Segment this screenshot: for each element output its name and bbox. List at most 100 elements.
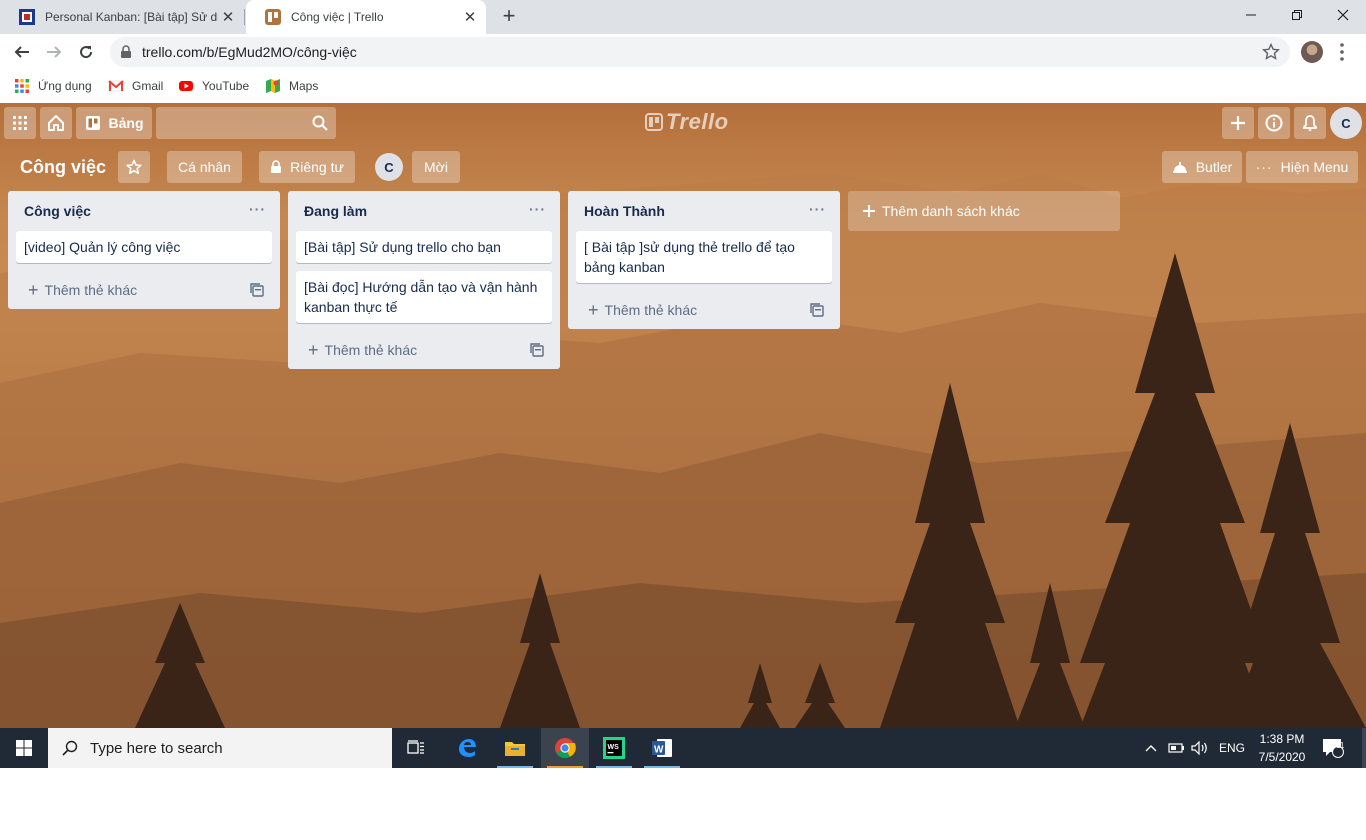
bookmark-youtube[interactable]: YouTube (178, 77, 249, 95)
tab-title: Công việc | Trello (291, 10, 384, 24)
profile-avatar[interactable] (1301, 41, 1323, 63)
show-hidden-icons-button[interactable] (1144, 728, 1158, 768)
close-icon (1337, 9, 1349, 21)
close-tab-icon[interactable]: ✕ (218, 7, 238, 27)
trello-favicon-icon (265, 9, 281, 25)
bookmark-label: Ứng dụng (38, 79, 92, 93)
list-header[interactable]: Đang làm ··· (288, 191, 560, 231)
list-menu-icon[interactable]: ··· (529, 201, 546, 217)
tab-title: Personal Kanban: [Bài tập] Sử dụng (45, 10, 218, 24)
back-button[interactable] (10, 40, 34, 64)
add-card-button[interactable]: + Thêm thẻ khác (288, 331, 560, 369)
butler-button[interactable]: Butler (1162, 151, 1242, 183)
boards-label: Bảng (108, 115, 144, 131)
svg-text:W: W (654, 745, 664, 756)
search-icon (62, 740, 78, 756)
board-title[interactable]: Công việc (20, 157, 106, 178)
board-search-input[interactable] (156, 107, 336, 139)
minimize-window-button[interactable] (1228, 0, 1274, 30)
close-window-button[interactable] (1320, 0, 1366, 30)
add-card-button[interactable]: + Thêm thẻ khác (8, 271, 280, 309)
bookmark-gmail[interactable]: Gmail (108, 77, 163, 95)
file-explorer-button[interactable] (491, 728, 539, 768)
star-board-button[interactable] (118, 151, 150, 183)
board-member-avatar[interactable]: C (375, 153, 403, 181)
webstorm-taskbar-button[interactable]: WS (590, 728, 638, 768)
bell-icon (1303, 115, 1317, 131)
close-tab-icon[interactable]: ✕ (460, 7, 480, 27)
clock[interactable]: 1:38 PM 7/5/2020 (1256, 728, 1308, 768)
butler-icon (1172, 162, 1187, 173)
edge-taskbar-button[interactable] (443, 728, 491, 768)
trello-logo[interactable]: Trello (645, 109, 729, 135)
card[interactable]: [Bài tập] Sử dụng trello cho bạn (296, 231, 552, 263)
start-button[interactable] (0, 728, 48, 768)
bookmark-maps[interactable]: Maps (265, 77, 318, 95)
card[interactable]: [video] Quản lý công việc (16, 231, 272, 263)
bookmark-label: YouTube (202, 79, 250, 93)
list-menu-icon[interactable]: ··· (809, 201, 826, 217)
list-title[interactable]: Công việc (24, 203, 91, 219)
team-button[interactable]: Cá nhân (167, 151, 242, 183)
card[interactable]: [ Bài tập ]sử dụng thẻ trello để tạo bản… (576, 231, 832, 283)
card[interactable]: [Bài đọc] Hướng dẫn tạo và vận hành kanb… (296, 271, 552, 323)
maps-icon (266, 79, 280, 93)
trello-logo-text: Trello (666, 109, 729, 134)
youtube-icon (179, 81, 193, 91)
list-title[interactable]: Đang làm (304, 203, 367, 219)
plus-icon: + (308, 339, 319, 360)
card-template-icon[interactable] (250, 283, 264, 297)
restore-icon (1292, 10, 1302, 20)
tab-separator (244, 9, 245, 25)
action-center-button[interactable]: 11 (1322, 728, 1344, 768)
list-header[interactable]: Hoàn Thành ··· (568, 191, 840, 231)
bookmark-apps[interactable]: Ứng dụng (14, 77, 92, 95)
arrow-left-icon (14, 46, 29, 58)
word-taskbar-button[interactable]: W (638, 728, 686, 768)
info-button[interactable] (1258, 107, 1290, 139)
chrome-taskbar-button[interactable] (541, 728, 589, 768)
list-menu-icon[interactable]: ··· (249, 201, 266, 217)
site-favicon-icon (19, 9, 35, 25)
add-card-label: Thêm thẻ khác (44, 282, 138, 298)
browser-menu-icon[interactable] (1336, 42, 1348, 62)
input-language[interactable]: ENG (1219, 728, 1245, 768)
card-template-icon[interactable] (810, 303, 824, 317)
add-list-button[interactable]: Thêm danh sách khác (848, 191, 1120, 231)
battery-status[interactable] (1168, 728, 1186, 768)
invite-button[interactable]: Mời (412, 151, 460, 183)
create-button[interactable] (1222, 107, 1254, 139)
member-avatar[interactable]: C (1330, 107, 1362, 139)
visibility-label: Riêng tư (290, 159, 344, 175)
restore-window-button[interactable] (1274, 0, 1320, 30)
plus-icon: + (588, 299, 599, 320)
apps-switcher-button[interactable] (4, 107, 36, 139)
list-header[interactable]: Công việc ··· (8, 191, 280, 231)
visibility-button[interactable]: Riêng tư (259, 151, 355, 183)
forward-button[interactable] (42, 40, 66, 64)
bookmark-star-icon[interactable] (1262, 43, 1280, 61)
taskbar-search-input[interactable]: Type here to search (48, 728, 392, 768)
trello-logo-icon (645, 113, 663, 131)
chevron-up-icon (1145, 745, 1157, 752)
new-tab-button[interactable]: + (498, 5, 520, 28)
butler-label: Butler (1195, 159, 1233, 175)
add-card-label: Thêm thẻ khác (604, 302, 698, 318)
volume-control[interactable] (1191, 728, 1209, 768)
list-title[interactable]: Hoàn Thành (584, 203, 665, 219)
notifications-button[interactable] (1294, 107, 1326, 139)
chrome-icon (555, 738, 576, 759)
browser-tab-trello[interactable]: Công việc | Trello ✕ (246, 0, 486, 34)
add-card-button[interactable]: + Thêm thẻ khác (568, 291, 840, 329)
show-desktop-button[interactable] (1362, 728, 1366, 768)
address-bar[interactable]: trello.com/b/EgMud2MO/công-việc (110, 37, 1290, 67)
show-menu-button[interactable]: ··· Hiện Menu (1246, 151, 1358, 183)
task-view-button[interactable] (392, 728, 440, 768)
webstorm-icon: WS (603, 737, 625, 759)
search-icon (312, 115, 328, 131)
card-template-icon[interactable] (530, 343, 544, 357)
browser-tab-personal-kanban[interactable]: Personal Kanban: [Bài tập] Sử dụng ✕ (0, 0, 244, 34)
boards-button[interactable]: Bảng (76, 107, 152, 139)
reload-button[interactable] (74, 40, 98, 64)
home-button[interactable] (40, 107, 72, 139)
